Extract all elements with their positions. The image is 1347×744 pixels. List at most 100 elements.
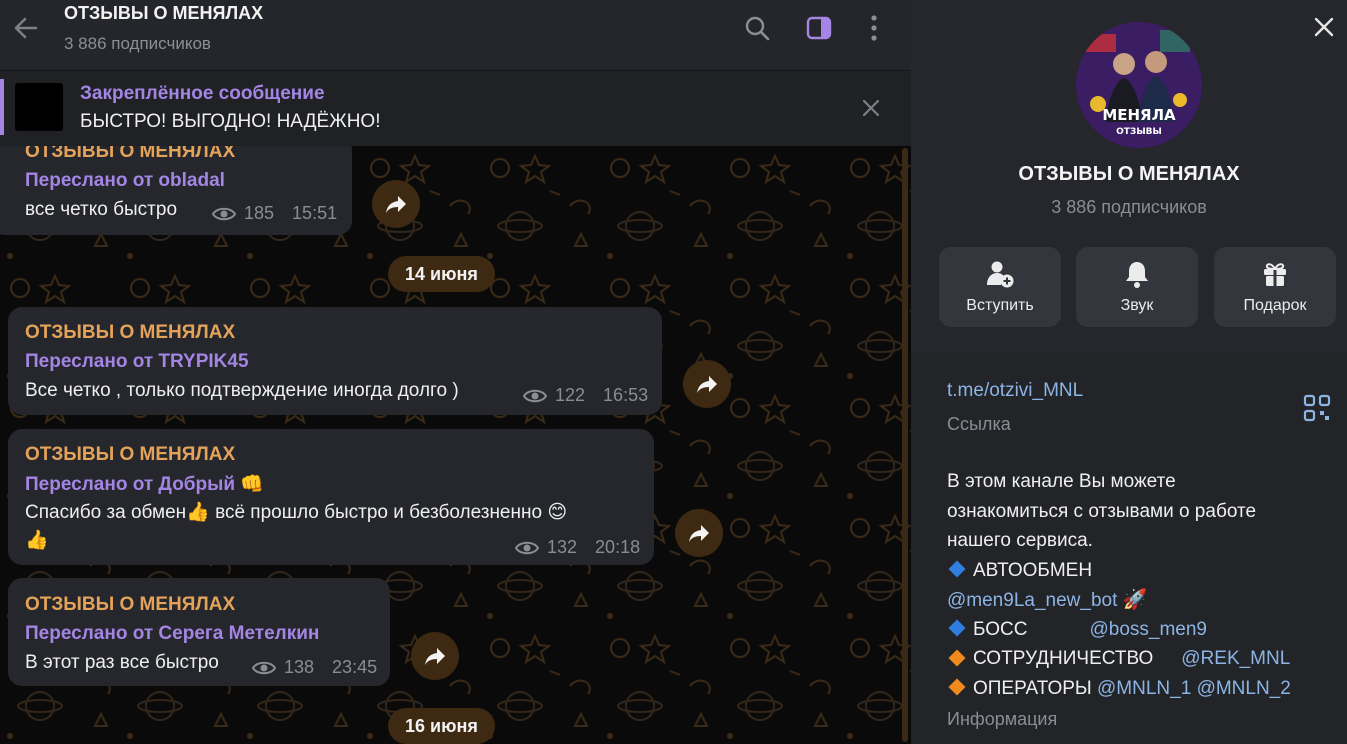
boss-line: БОСС @boss_men9 — [947, 615, 1337, 645]
forward-icon — [386, 196, 406, 213]
message-text: все четко быстро — [25, 199, 178, 220]
operators-line: ОПЕРАТОРЫ @MNLN_1 @MNLN_2 — [947, 674, 1337, 704]
profile-title: ОТЗЫВЫ О МЕНЯЛАХ — [1018, 163, 1240, 185]
avatar-logo-text: МЕНЯЛА — [1102, 106, 1176, 124]
pinned-text: БЫСТРО! ВЫГОДНО! НАДЁЖНО! — [80, 111, 381, 132]
join-button[interactable]: Вступить — [939, 247, 1061, 327]
chat-pane: ОТЗЫВЫ О МЕНЯЛАХ 3 886 подписчиков Закре… — [0, 0, 911, 744]
coop-line: СОТРУДНИЧЕСТВО @REK_MNL — [947, 644, 1337, 674]
info-label: Информация — [947, 709, 1058, 729]
profile-subscriber-count: 3 886 подписчиков — [1051, 197, 1207, 217]
message-bubble[interactable]: ОТЗЫВЫ О МЕНЯЛАХ Переслано от Добрый 👊 С… — [8, 429, 654, 565]
forward-icon — [425, 648, 445, 665]
channel-link-label: Ссылка — [947, 414, 1011, 434]
channel-link[interactable]: t.me/otzivi_MNL — [947, 380, 1083, 402]
operator-1-mention-link[interactable]: @MNLN_1 — [1097, 678, 1191, 699]
message-meta: 122 16:53 — [523, 385, 648, 406]
message-meta: 132 20:18 — [515, 537, 640, 558]
pinned-message-bar[interactable]: Закреплённое сообщение БЫСТРО! ВЫГОДНО! … — [0, 70, 911, 147]
avatar-logo-subtext: ОТЗЫВЫ — [1116, 127, 1162, 137]
message-time: 16:53 — [603, 385, 649, 405]
add-user-icon — [987, 261, 1014, 288]
bot-line: @men9La_new_bot 🚀 — [947, 585, 1337, 615]
message-text: В этот раз все быстро — [25, 652, 219, 673]
close-icon[interactable] — [1309, 12, 1339, 42]
message-channel-name[interactable]: ОТЗЫВЫ О МЕНЯЛАХ — [25, 322, 235, 344]
message-bubble[interactable]: ОТЗЫВЫ О МЕНЯЛАХ Переслано от Серега Мет… — [8, 578, 390, 686]
orange-diamond-icon — [948, 678, 966, 696]
scrollbar[interactable] — [902, 148, 908, 742]
message-forwarded-from[interactable]: Переслано от Добрый 👊 — [25, 472, 264, 496]
description-line: ознакомиться с отзывами о работе — [947, 500, 1257, 522]
forward-button[interactable] — [372, 180, 420, 228]
autoexchange-label: АВТООБМЕН — [973, 559, 1093, 581]
eye-icon — [523, 389, 547, 402]
orange-diamond-icon — [948, 649, 966, 667]
channel-description: В этом канале Вы можете ознакомиться с о… — [947, 467, 1337, 703]
message-forwarded-from[interactable]: Переслано от Серега Метелкин — [25, 623, 319, 645]
gift-label: Подарок — [1243, 297, 1307, 314]
more-vertical-icon[interactable] — [857, 12, 891, 44]
sound-label: Звук — [1120, 297, 1154, 314]
forward-icon — [697, 376, 717, 393]
message-list[interactable]: ОТЗЫВЫ О МЕНЯЛАХ Переслано от obladal вс… — [0, 146, 911, 744]
chat-header: ОТЗЫВЫ О МЕНЯЛАХ 3 886 подписчиков — [0, 0, 911, 70]
date-separator: 14 июня — [388, 256, 495, 292]
bot-mention-link[interactable]: @men9La_new_bot — [947, 590, 1117, 611]
message-time: 20:18 — [595, 537, 641, 557]
coop-label: СОТРУДНИЧЕСТВО — [973, 648, 1154, 669]
chat-title[interactable]: ОТЗЫВЫ О МЕНЯЛАХ — [64, 3, 263, 24]
message-channel-name[interactable]: ОТЗЫВЫ О МЕНЯЛАХ — [25, 444, 235, 466]
message-views: 132 — [547, 537, 578, 557]
message-forwarded-from[interactable]: Переслано от TRYPIK45 — [25, 351, 249, 373]
rocket-icon: 🚀 — [1122, 587, 1148, 611]
message-bubble[interactable]: ОТЗЫВЫ О МЕНЯЛАХ Переслано от TRYPIK45 В… — [8, 307, 662, 415]
channel-avatar[interactable]: МЕНЯЛА ОТЗЫВЫ — [1076, 22, 1202, 148]
message-text: Все четко , только подтверждение иногда … — [25, 380, 459, 401]
sound-button[interactable]: Звук — [1076, 247, 1198, 327]
message-channel-name[interactable]: ОТЗЫВЫ О МЕНЯЛАХ — [25, 146, 235, 163]
coop-mention-link[interactable]: @REK_MNL — [1181, 648, 1290, 669]
message-forwarded-from[interactable]: Переслано от obladal — [25, 170, 225, 192]
message-time: 23:45 — [332, 657, 378, 677]
autoexchange-line: АВТООБМЕН — [947, 556, 1337, 586]
sidebar-toggle-icon[interactable] — [802, 12, 836, 44]
pinned-thumbnail — [15, 83, 63, 131]
back-arrow-icon[interactable] — [10, 12, 42, 44]
pinned-title: Закреплённое сообщение — [80, 83, 325, 104]
message-views: 185 — [244, 203, 275, 223]
join-label: Вступить — [966, 297, 1034, 314]
message-views: 122 — [555, 385, 586, 405]
channel-details: t.me/otzivi_MNL Ссылка В этом канале Вы … — [911, 352, 1347, 744]
forward-button[interactable] — [675, 509, 723, 557]
message-meta: 138 23:45 — [252, 657, 377, 678]
boss-label: БОСС — [973, 618, 1028, 640]
message-text-line2: 👍 — [25, 530, 49, 551]
boss-mention-link[interactable]: @boss_men9 — [1089, 619, 1207, 640]
channel-info-panel: МЕНЯЛА ОТЗЫВЫ ОТЗЫВЫ О МЕНЯЛАХ 3 886 под… — [911, 0, 1347, 744]
forward-button[interactable] — [411, 632, 459, 680]
close-pinned-icon[interactable] — [856, 93, 886, 123]
message-channel-name[interactable]: ОТЗЫВЫ О МЕНЯЛАХ — [25, 594, 235, 616]
eye-icon — [515, 541, 539, 554]
chat-subscriber-count: 3 886 подписчиков — [64, 34, 211, 53]
date-separator: 16 июня — [388, 708, 495, 744]
blue-diamond-icon — [948, 560, 966, 578]
profile-header: МЕНЯЛА ОТЗЫВЫ ОТЗЫВЫ О МЕНЯЛАХ 3 886 под… — [911, 0, 1347, 352]
message-time: 15:51 — [292, 203, 338, 223]
operator-2-mention-link[interactable]: @MNLN_2 — [1197, 678, 1291, 699]
description-line: нашего сервиса. — [947, 530, 1093, 551]
eye-icon — [212, 207, 236, 220]
message-bubble[interactable]: ОТЗЫВЫ О МЕНЯЛАХ Переслано от obladal вс… — [0, 146, 352, 235]
forward-button[interactable] — [683, 360, 731, 408]
forward-icon — [689, 525, 709, 542]
eye-icon — [252, 661, 276, 674]
description-line: В этом канале Вы можете — [947, 471, 1176, 492]
search-icon[interactable] — [740, 12, 774, 44]
bell-icon — [1126, 262, 1148, 288]
blue-diamond-icon — [948, 619, 966, 637]
gift-icon — [1264, 263, 1286, 286]
qr-code-icon[interactable] — [1303, 394, 1331, 422]
operators-label: ОПЕРАТОРЫ — [973, 677, 1092, 699]
gift-button[interactable]: Подарок — [1214, 247, 1336, 327]
